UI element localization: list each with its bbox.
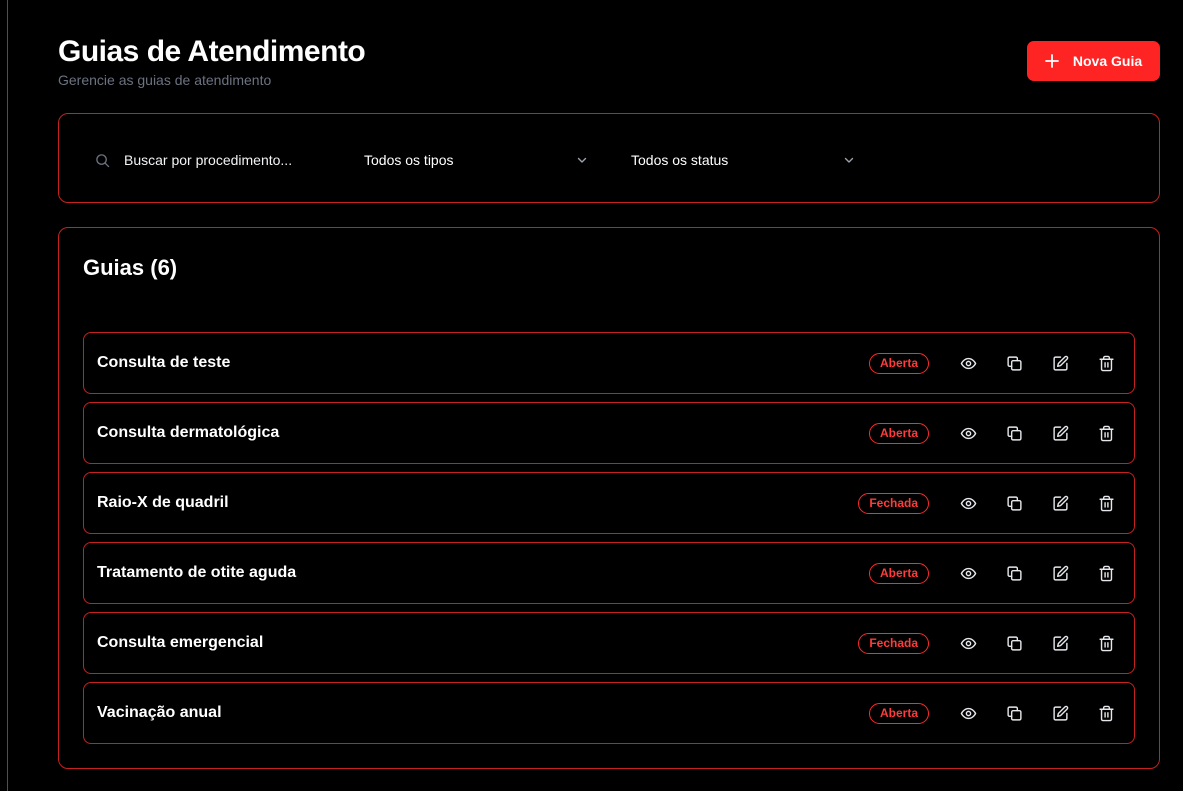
plus-icon [1044,54,1059,68]
guide-title: Consulta emergencial [97,634,264,651]
table-row: Consulta emergencial Fechada [83,612,1135,674]
chevron-down-icon [843,154,855,166]
copy-icon[interactable] [991,348,1037,378]
status-badge: Aberta [868,422,929,444]
table-row: Raio-X de quadril Fechada [83,472,1135,534]
table-row: Consulta de teste Aberta [83,332,1135,394]
search-icon [95,153,110,168]
copy-icon[interactable] [991,558,1037,588]
trash-icon[interactable] [1083,348,1115,378]
trash-icon[interactable] [1083,418,1115,448]
edit-icon[interactable] [1037,698,1083,728]
eye-icon[interactable] [945,488,991,518]
table-row: Vacinação anual Aberta [83,682,1135,744]
guide-title: Consulta de teste [97,354,231,371]
status-filter-value: Todos os status [631,152,729,168]
row-actions: Aberta [868,683,1115,743]
copy-icon[interactable] [991,418,1037,448]
status-badge: Aberta [868,562,929,584]
new-guide-button[interactable]: Nova Guia [1027,41,1160,81]
trash-icon[interactable] [1083,628,1115,658]
guides-card: Guias (6) Consulta de teste Aberta Consu… [58,227,1160,769]
filters-panel: Todos os tipos Todos os status [58,113,1160,203]
guide-title: Consulta dermatológica [97,424,280,441]
type-filter-value: Todos os tipos [364,152,454,168]
type-filter-select[interactable]: Todos os tipos [364,149,588,171]
edit-icon[interactable] [1037,348,1083,378]
guide-title: Tratamento de otite aguda [97,564,297,581]
search-box [95,149,320,171]
eye-icon[interactable] [945,348,991,378]
row-actions: Aberta [868,543,1115,603]
row-actions: Aberta [868,333,1115,393]
page-title: Guias de Atendimento [58,35,366,68]
status-badge: Aberta [868,352,929,374]
chevron-down-icon [576,154,588,166]
page-header: Guias de Atendimento Gerencie as guias d… [58,32,1160,92]
trash-icon[interactable] [1083,698,1115,728]
status-filter-select[interactable]: Todos os status [631,149,855,171]
eye-icon[interactable] [945,418,991,448]
guides-card-title: Guias (6) [83,255,178,280]
row-actions: Fechada [858,473,1115,533]
new-guide-button-label: Nova Guia [1072,53,1143,69]
page-subtitle: Gerencie as guias de atendimento [58,72,272,88]
copy-icon[interactable] [991,628,1037,658]
eye-icon[interactable] [945,558,991,588]
status-badge: Fechada [858,492,929,514]
copy-icon[interactable] [991,698,1037,728]
guide-title: Raio-X de quadril [97,494,229,511]
guide-title: Vacinação anual [97,704,222,721]
search-input[interactable] [124,152,319,168]
table-row: Consulta dermatológica Aberta [83,402,1135,464]
edit-icon[interactable] [1037,418,1083,448]
trash-icon[interactable] [1083,558,1115,588]
edit-icon[interactable] [1037,488,1083,518]
trash-icon[interactable] [1083,488,1115,518]
row-actions: Fechada [858,613,1115,673]
copy-icon[interactable] [991,488,1037,518]
guides-list: Consulta de teste Aberta Consulta dermat… [83,332,1135,752]
edit-icon[interactable] [1037,628,1083,658]
status-badge: Fechada [858,632,929,654]
status-badge: Aberta [868,702,929,724]
eye-icon[interactable] [945,628,991,658]
row-actions: Aberta [868,403,1115,463]
left-divider [7,0,8,791]
edit-icon[interactable] [1037,558,1083,588]
eye-icon[interactable] [945,698,991,728]
table-row: Tratamento de otite aguda Aberta [83,542,1135,604]
